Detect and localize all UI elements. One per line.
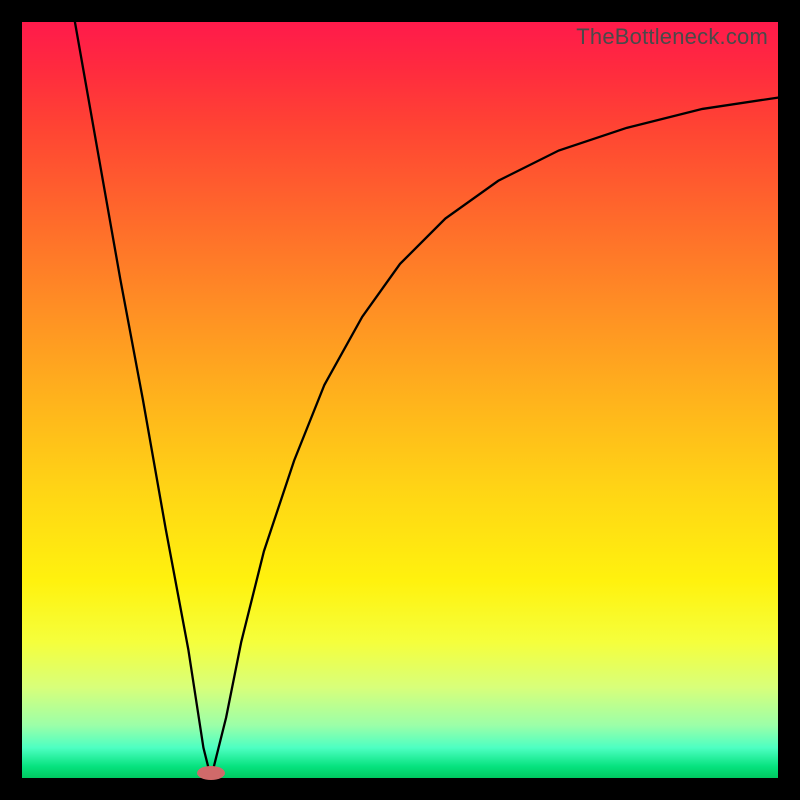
chart-frame: TheBottleneck.com bbox=[0, 0, 800, 800]
optimum-marker bbox=[197, 766, 225, 780]
curve-right-branch bbox=[211, 98, 778, 778]
curve-left-branch bbox=[75, 22, 211, 778]
bottleneck-curve bbox=[22, 22, 778, 778]
chart-plot-area: TheBottleneck.com bbox=[22, 22, 778, 778]
